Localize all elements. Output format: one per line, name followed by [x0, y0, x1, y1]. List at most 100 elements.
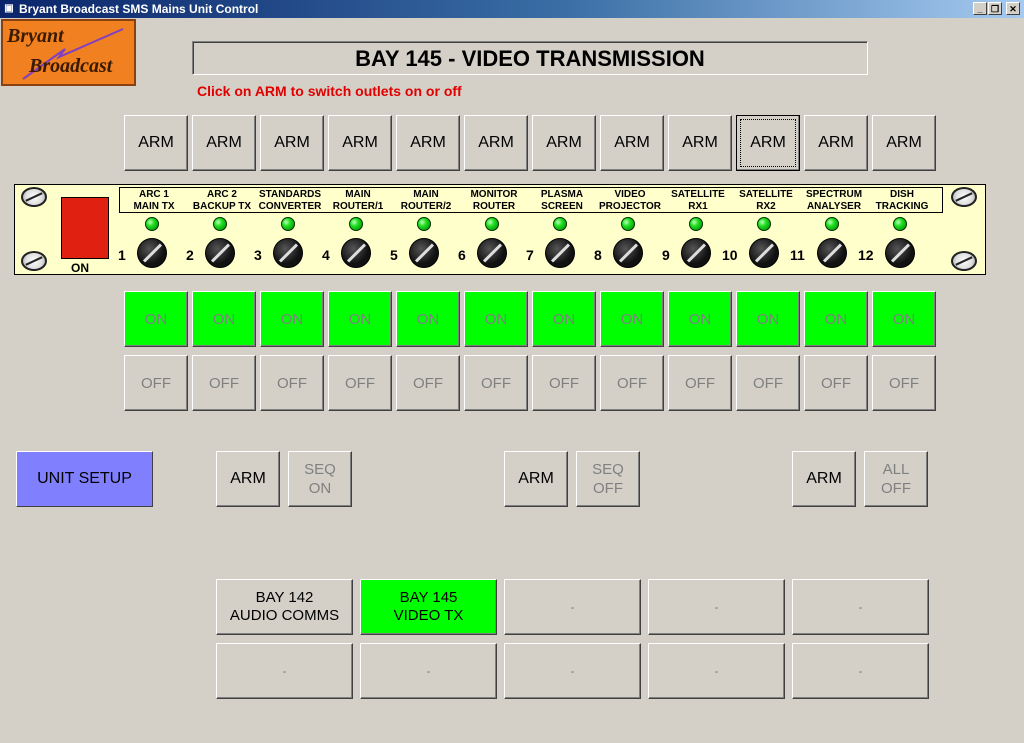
bay-button-8[interactable]: -: [504, 643, 641, 699]
arm-hint-text: Click on ARM to switch outlets on or off: [197, 83, 462, 99]
status-led-icon: [553, 217, 567, 231]
off-button-8[interactable]: OFF: [600, 355, 664, 411]
arm-button-1[interactable]: ARM: [124, 115, 188, 171]
bay-button-2[interactable]: BAY 145 VIDEO TX: [360, 579, 497, 635]
on-button-11[interactable]: ON: [804, 291, 868, 347]
status-led-icon: [689, 217, 703, 231]
minimize-button[interactable]: _: [973, 2, 987, 15]
arm-button-5[interactable]: ARM: [396, 115, 460, 171]
restore-button[interactable]: ❐: [988, 2, 1002, 15]
outlet-knob-icon: [885, 238, 915, 268]
outlet-knob-icon: [137, 238, 167, 268]
channel-label-5: MAIN ROUTER/2: [400, 189, 452, 212]
status-led-icon: [757, 217, 771, 231]
power-switch-label: ON: [71, 261, 89, 275]
seq-on-arm-button[interactable]: ARM: [216, 451, 280, 507]
unit-setup-button[interactable]: UNIT SETUP: [16, 451, 153, 507]
off-button-12[interactable]: OFF: [872, 355, 936, 411]
main-client-area: Bryant Broadcast BAY 145 - VIDEO TRANSMI…: [0, 18, 1024, 740]
on-button-3[interactable]: ON: [260, 291, 324, 347]
status-led-icon: [281, 217, 295, 231]
all-off-button[interactable]: ALL OFF: [864, 451, 928, 507]
on-button-7[interactable]: ON: [532, 291, 596, 347]
channel-label-8: VIDEO PROJECTOR: [598, 189, 662, 212]
screw-icon: [21, 187, 47, 207]
on-button-9[interactable]: ON: [668, 291, 732, 347]
channel-label-6: MONITOR ROUTER: [470, 189, 518, 212]
on-button-1[interactable]: ON: [124, 291, 188, 347]
channel-label-12: DISH TRACKING: [875, 189, 929, 212]
close-button[interactable]: ✕: [1006, 2, 1020, 15]
channel-label-2: ARC 2 BACKUP TX: [192, 189, 252, 212]
bay-button-4[interactable]: -: [648, 579, 785, 635]
channel-number: 12: [858, 247, 874, 263]
bay-button-10[interactable]: -: [792, 643, 929, 699]
outlet-knob-icon: [613, 238, 643, 268]
arm-button-3[interactable]: ARM: [260, 115, 324, 171]
on-button-10[interactable]: ON: [736, 291, 800, 347]
off-button-2[interactable]: OFF: [192, 355, 256, 411]
outlet-knob-icon: [477, 238, 507, 268]
off-button-4[interactable]: OFF: [328, 355, 392, 411]
off-button-3[interactable]: OFF: [260, 355, 324, 411]
channel-label-strip: ARC 1 MAIN TX ARC 2 BACKUP TX STANDARDS CO…: [119, 187, 943, 213]
title-bar: ▣ Bryant Broadcast SMS Mains Unit Contro…: [0, 0, 1024, 18]
power-strip-panel: ON ARC 1 MAIN TX ARC 2 BACKUP TX STANDARDS…: [14, 184, 986, 275]
channel-number: 5: [390, 247, 398, 263]
status-led-icon: [145, 217, 159, 231]
seq-off-arm-button[interactable]: ARM: [504, 451, 568, 507]
bay-button-3[interactable]: -: [504, 579, 641, 635]
status-led-icon: [417, 217, 431, 231]
channel-label-9: SATELLITE RX1: [671, 189, 725, 212]
on-button-2[interactable]: ON: [192, 291, 256, 347]
channel-number: 2: [186, 247, 194, 263]
arm-button-11[interactable]: ARM: [804, 115, 868, 171]
channel-label-7: PLASMA SCREEN: [540, 189, 584, 212]
channel-number: 6: [458, 247, 466, 263]
off-button-7[interactable]: OFF: [532, 355, 596, 411]
status-led-icon: [893, 217, 907, 231]
outlet-knob-icon: [749, 238, 779, 268]
channel-label-1: ARC 1 MAIN TX: [133, 189, 175, 212]
bay-button-6[interactable]: -: [216, 643, 353, 699]
channel-number: 3: [254, 247, 262, 263]
master-power-switch: [61, 197, 109, 259]
channel-label-3: STANDARDS CONVERTER: [258, 189, 322, 212]
on-button-12[interactable]: ON: [872, 291, 936, 347]
arm-button-9[interactable]: ARM: [668, 115, 732, 171]
arm-button-12[interactable]: ARM: [872, 115, 936, 171]
arm-button-4[interactable]: ARM: [328, 115, 392, 171]
on-button-6[interactable]: ON: [464, 291, 528, 347]
off-button-5[interactable]: OFF: [396, 355, 460, 411]
seq-off-button[interactable]: SEQ OFF: [576, 451, 640, 507]
bay-button-5[interactable]: -: [792, 579, 929, 635]
app-icon[interactable]: ▣: [3, 3, 15, 15]
screw-icon: [951, 251, 977, 271]
outlet-knob-icon: [205, 238, 235, 268]
off-button-1[interactable]: OFF: [124, 355, 188, 411]
all-off-arm-button[interactable]: ARM: [792, 451, 856, 507]
off-button-9[interactable]: OFF: [668, 355, 732, 411]
status-led-icon: [825, 217, 839, 231]
arm-button-8[interactable]: ARM: [600, 115, 664, 171]
arm-button-7[interactable]: ARM: [532, 115, 596, 171]
channel-label-11: SPECTRUM ANALYSER: [805, 189, 863, 212]
status-led-icon: [485, 217, 499, 231]
channel-number: 1: [118, 247, 126, 263]
on-button-4[interactable]: ON: [328, 291, 392, 347]
bay-button-9[interactable]: -: [648, 643, 785, 699]
arm-button-2[interactable]: ARM: [192, 115, 256, 171]
channel-label-10: SATELLITE RX2: [739, 189, 793, 212]
off-button-10[interactable]: OFF: [736, 355, 800, 411]
arm-button-10[interactable]: ARM: [736, 115, 800, 171]
seq-on-button[interactable]: SEQ ON: [288, 451, 352, 507]
bay-button-1[interactable]: BAY 142 AUDIO COMMS: [216, 579, 353, 635]
on-button-5[interactable]: ON: [396, 291, 460, 347]
on-button-8[interactable]: ON: [600, 291, 664, 347]
bay-button-7[interactable]: -: [360, 643, 497, 699]
off-button-11[interactable]: OFF: [804, 355, 868, 411]
window-title: Bryant Broadcast SMS Mains Unit Control: [19, 2, 259, 16]
arm-button-6[interactable]: ARM: [464, 115, 528, 171]
bryant-broadcast-logo: Bryant Broadcast: [1, 19, 136, 86]
off-button-6[interactable]: OFF: [464, 355, 528, 411]
